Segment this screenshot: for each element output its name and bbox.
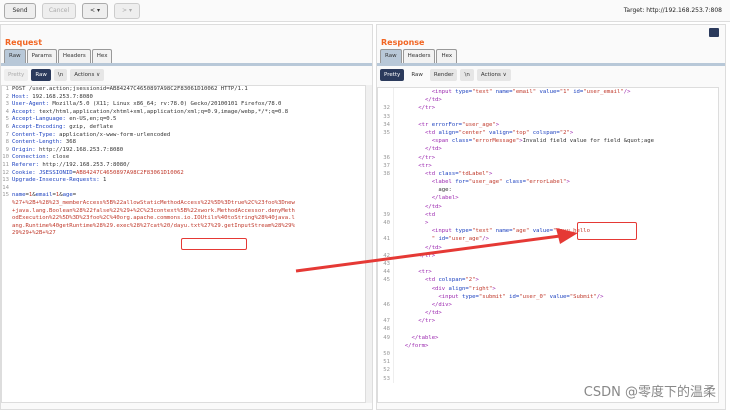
watermark: CSDN @零度下的温柔 xyxy=(583,385,716,400)
arrow-icon xyxy=(295,228,578,273)
